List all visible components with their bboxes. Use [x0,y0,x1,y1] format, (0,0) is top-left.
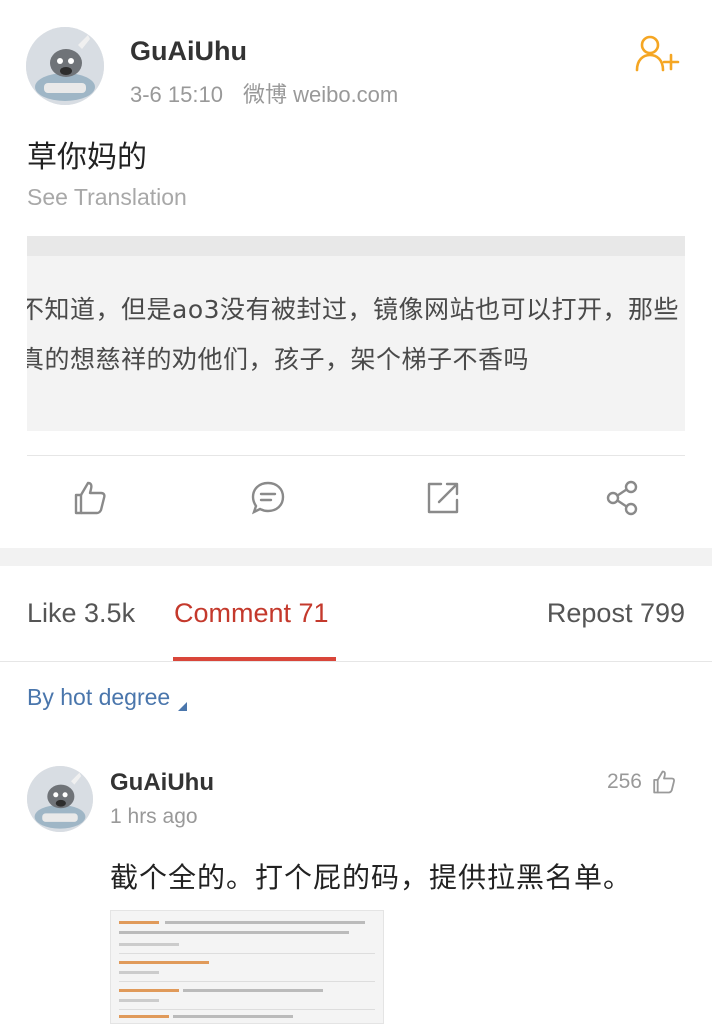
thumb-text-line [119,999,159,1002]
post-username[interactable]: GuAiUhu [130,36,247,67]
thumb-text-line [119,931,349,934]
post-meta: 3-6 15:10 微博 weibo.com [130,77,398,109]
image-text-line-2: 真的想慈祥的劝他们，孩子，架个梯子不香吗 [27,345,530,374]
comment-like-count: 256 [606,770,642,793]
avatar[interactable] [26,27,104,105]
dropdown-triangle-icon [178,702,188,711]
sort-label: By hot degree [27,684,171,710]
post-tabs: Like 3.5k Comment 71 Repost 799 [0,566,712,662]
active-tab-indicator [173,657,336,661]
thumb-name-line [119,961,209,964]
repost-arrow-icon[interactable] [423,478,463,518]
tab-like[interactable]: Like 3.5k [27,598,135,629]
image-top-band [27,236,685,256]
post-image[interactable]: 不知道，但是ao3没有被封过，镜像网站也可以打开，那些 真的想慈祥的劝他们，孩子… [27,236,685,431]
see-translation-link[interactable]: See Translation [27,184,187,211]
image-text-line-1: 不知道，但是ao3没有被封过，镜像网站也可以打开，那些 [27,295,680,324]
thumb-text-line [119,971,159,974]
thumb-divider [119,981,375,982]
comment-image[interactable] [110,910,384,1024]
sort-dropdown[interactable]: By hot degree [27,684,188,711]
thumb-text-line [183,989,323,992]
thumb-name-line [119,1015,169,1018]
tab-repost[interactable]: Repost 799 [547,598,685,629]
post-action-bar [0,470,712,530]
thumb-divider [119,953,375,954]
post-text: 草你妈的 [27,141,147,174]
thumb-text-line [165,921,365,924]
thumb-name-line [119,989,179,992]
thumb-text-line [173,1015,293,1018]
share-icon[interactable] [603,478,643,518]
comment-item: GuAiUhu 1 hrs ago 256 截个全的。打个屁的码，提供拉黑名单。 [0,736,712,1024]
comment-avatar[interactable] [27,766,93,832]
comment-like-button[interactable]: 256 [607,768,678,796]
comment-bubble-icon[interactable] [248,478,288,518]
thumb-text-line [119,943,179,946]
tab-comment[interactable]: Comment 71 [174,598,329,629]
divider [27,455,685,456]
comment-time: 1 hrs ago [110,805,198,828]
comment-username[interactable]: GuAiUhu [110,769,214,797]
thumbs-up-icon [653,770,675,794]
weibo-post: GuAiUhu 3-6 15:10 微博 weibo.com 草你妈的 See T… [0,0,712,548]
post-time: 3-6 15:10 [130,82,223,107]
add-user-icon[interactable] [634,34,682,74]
thumb-divider [119,1009,375,1010]
thumb-name-line [119,921,159,924]
comment-text: 截个全的。打个屁的码，提供拉黑名单。 [110,862,633,893]
thumbs-up-icon[interactable] [70,478,110,518]
section-gap [0,548,712,566]
post-source[interactable]: 微博 weibo.com [243,82,398,107]
